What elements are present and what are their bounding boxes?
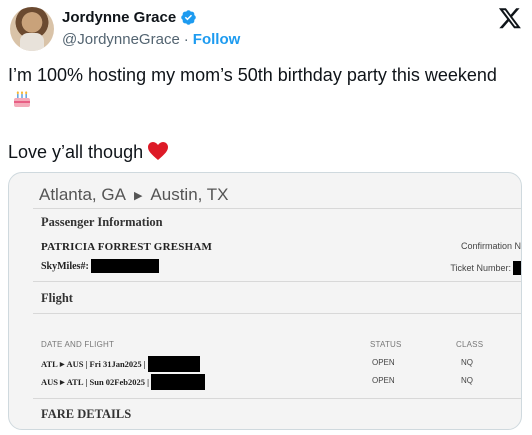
route-header: Atlanta, GA ▶ Austin, TX — [39, 185, 229, 205]
display-name[interactable]: Jordynne Grace — [62, 9, 176, 26]
skymiles-label: SkyMiles#: — [41, 260, 89, 272]
tweet-line-2: Love y’all though — [8, 140, 518, 168]
flight-origin: ATL — [41, 359, 58, 369]
redaction-bar — [147, 356, 200, 372]
red-heart-icon — [147, 141, 169, 168]
flight-destination: ATL — [66, 377, 84, 387]
redaction-bar — [513, 261, 521, 275]
flight-date: | Fri 31Jan2025 | — [85, 359, 146, 369]
fare-details-title: FARE DETAILS — [41, 407, 132, 421]
passenger-name: PATRICIA FORREST GRESHAM — [41, 241, 213, 253]
flight-destination: AUS — [66, 359, 84, 369]
ticket-image[interactable]: Atlanta, GA ▶ Austin, TX Passenger Infor… — [8, 172, 522, 430]
follow-button[interactable]: Follow — [193, 31, 241, 48]
tweet-line-1: I’m 100% hosting my mom’s 50th birthday … — [8, 63, 518, 116]
route-arrow-icon: ▶ — [60, 379, 65, 386]
author-name-row: Jordynne Grace — [62, 9, 197, 26]
column-date-and-flight: DATE AND FLIGHT — [41, 340, 115, 349]
flight-date: | Sun 02Feb2025 | — [85, 377, 150, 387]
flight-class: NQ — [461, 358, 473, 367]
divider — [33, 281, 521, 282]
tweet-line-2-text: Love y’all though — [8, 142, 144, 162]
divider — [33, 398, 521, 399]
confirmation-label: Confirmation N — [460, 241, 521, 251]
divider — [33, 208, 521, 209]
origin: Atlanta, GA — [39, 185, 126, 204]
tweet-line-1-text: I’m 100% hosting my mom’s 50th birthday … — [8, 65, 497, 85]
flight-class: NQ — [461, 376, 473, 385]
avatar[interactable] — [10, 7, 54, 51]
column-class: CLASS — [456, 340, 484, 349]
handle-row: @JordynneGrace · Follow — [62, 31, 240, 48]
verified-badge-icon — [181, 10, 196, 25]
column-status: STATUS — [370, 340, 402, 349]
route-arrow-icon: ▶ — [133, 189, 143, 202]
flight-status: OPEN — [372, 358, 395, 367]
ticket-number-row: Ticket Number: — [450, 261, 521, 275]
handle[interactable]: @JordynneGrace — [62, 31, 180, 48]
redaction-bar — [90, 259, 159, 273]
destination: Austin, TX — [150, 185, 229, 204]
x-logo-icon[interactable] — [498, 6, 522, 30]
passenger-section-title: Passenger Information — [41, 215, 163, 229]
divider — [33, 313, 521, 314]
ticket-number-label: Ticket Number: — [450, 263, 511, 273]
flight-row: ATL ▶ AUS | Fri 31Jan2025 | — [41, 356, 200, 372]
separator-dot: · — [183, 31, 189, 48]
skymiles-row: SkyMiles#: — [41, 259, 159, 273]
flight-status: OPEN — [372, 376, 395, 385]
flight-section-title: Flight — [41, 291, 73, 305]
flight-row: AUS ▶ ATL | Sun 02Feb2025 | — [41, 374, 205, 390]
birthday-cake-icon — [12, 89, 32, 116]
redaction-bar — [151, 374, 205, 390]
route-arrow-icon: ▶ — [59, 361, 65, 368]
tweet-text: I’m 100% hosting my mom’s 50th birthday … — [8, 63, 518, 168]
flight-origin: AUS — [41, 377, 59, 387]
